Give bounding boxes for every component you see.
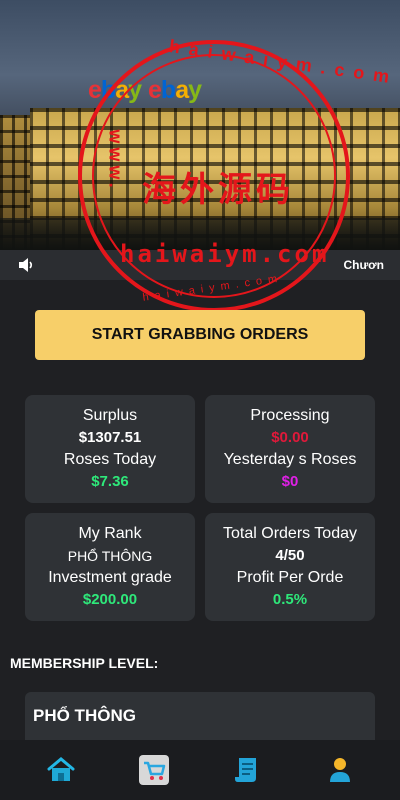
yesterday-roses-value: $0	[281, 473, 299, 490]
my-rank-label: My Rank	[78, 525, 142, 542]
surplus-card: Surplus $1307.51 Roses Today $7.36	[25, 395, 195, 503]
start-grabbing-orders-button[interactable]: START GRABBING ORDERS	[35, 310, 365, 360]
profit-per-order-label: Profit Per Orde	[236, 569, 344, 586]
my-rank-value: PHỔ THÔNG	[67, 548, 153, 564]
watermark-url: haiwaiym.com	[120, 240, 330, 268]
surplus-value: $1307.51	[78, 429, 142, 446]
watermark-chinese-text: 海外源码	[142, 170, 294, 210]
home-icon[interactable]	[46, 755, 76, 785]
orders-icon[interactable]	[232, 755, 262, 785]
total-orders-value: 4/50	[275, 547, 305, 564]
roses-today-label: Roses Today	[63, 451, 157, 468]
watermark-side-text: www.	[105, 129, 126, 192]
speaker-icon[interactable]	[18, 257, 36, 273]
membership-level-title: MEMBERSHIP LEVEL:	[10, 655, 159, 671]
yesterday-roses-label: Yesterday s Roses	[223, 451, 357, 468]
investment-grade-value: $200.00	[82, 591, 138, 608]
membership-level-name: PHỔ THÔNG	[33, 706, 136, 725]
total-orders-label: Total Orders Today	[223, 525, 357, 542]
profit-per-order-value: 0.5%	[272, 591, 308, 608]
cart-icon[interactable]	[139, 755, 169, 785]
announcement-marquee: Chươn	[343, 258, 384, 272]
my-rank-card: My Rank PHỔ THÔNG Investment grade $200.…	[25, 513, 195, 621]
processing-value: $0.00	[271, 429, 309, 446]
roses-today-value: $7.36	[91, 473, 129, 490]
app-page: ebay ebay Chươn 海外源码 haiwaiym.com haiwai…	[0, 0, 400, 800]
profile-icon[interactable]	[325, 755, 355, 785]
processing-label: Processing	[250, 407, 330, 424]
investment-grade-label: Investment grade	[48, 569, 172, 586]
processing-card: Processing $0.00 Yesterday s Roses $0	[205, 395, 375, 503]
bottom-navigation	[0, 740, 400, 800]
surplus-label: Surplus	[82, 407, 138, 424]
total-orders-card: Total Orders Today 4/50 Profit Per Orde …	[205, 513, 375, 621]
